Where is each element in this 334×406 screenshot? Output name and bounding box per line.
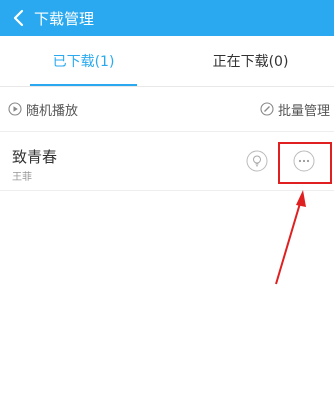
top-bar: 下载管理 xyxy=(0,0,334,36)
tab-downloading[interactable]: 正在下载(0) xyxy=(167,36,334,86)
shuffle-play-label: 随机播放 xyxy=(26,103,79,119)
song-artist: 王菲 xyxy=(12,172,32,183)
song-title: 致青春 xyxy=(12,148,58,166)
tab-bar: 已下载(1) 正在下载(0) xyxy=(0,36,334,86)
shuffle-play-button[interactable]: 随机播放 xyxy=(8,87,78,131)
tab-downloaded[interactable]: 已下载(1) xyxy=(0,36,167,86)
divider xyxy=(0,190,334,191)
toolbar: 随机播放 批量管理 xyxy=(0,87,334,131)
tab-label: 已下载(1) xyxy=(52,54,115,70)
play-circle-icon xyxy=(8,102,22,116)
page-title: 下载管理 xyxy=(34,9,95,28)
chevron-left-icon[interactable] xyxy=(6,0,30,36)
tab-label: 正在下载(0) xyxy=(212,54,289,70)
lightbulb-icon[interactable] xyxy=(246,150,268,172)
annotation-highlight-box xyxy=(278,142,332,184)
batch-manage-label: 批量管理 xyxy=(277,103,330,119)
batch-manage-button[interactable]: 批量管理 xyxy=(260,87,330,131)
edit-icon xyxy=(260,102,274,116)
